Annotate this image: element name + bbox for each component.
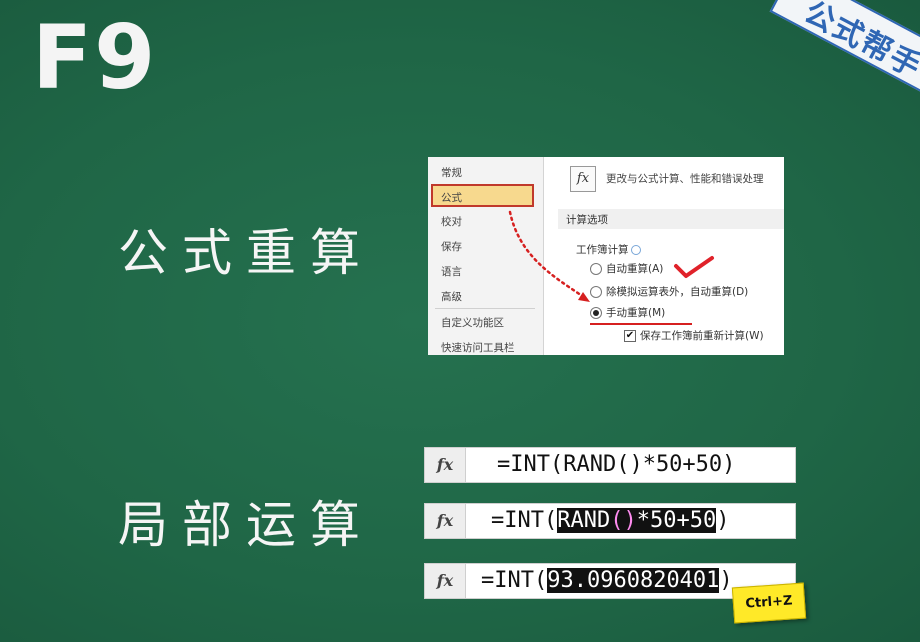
sidebar-item-formulas[interactable]: 公式 [431, 184, 534, 207]
selection-rand: RAND [557, 508, 611, 533]
radio-automatic-label: 自动重算(A) [606, 263, 664, 275]
info-icon [630, 245, 641, 255]
formula-text[interactable]: =INT(RAND()*50+50) [497, 448, 735, 482]
formula-selection: RAND()*50+50 [557, 508, 717, 533]
options-main: fx 更改与公式计算、性能和错误处理 计算选项 工作簿计算 自动重算(A) 除模… [544, 157, 784, 355]
workbook-calc-text: 工作簿计算 [576, 244, 629, 256]
partial-calc-label: 局部运算 [118, 496, 374, 554]
formula-prefix: =INT( [481, 568, 548, 593]
sidebar-item-language[interactable]: 语言 [441, 264, 462, 279]
options-sidebar: 常规 公式 校对 保存 语言 高级 自定义功能区 快速访问工具栏 [428, 157, 544, 355]
selection-arith: *50+50 [636, 508, 717, 533]
radio-auto-except-tables-label: 除模拟运算表外，自动重算(D) [606, 286, 749, 298]
formula-bar-original[interactable]: fx =INT(RAND()*50+50) [424, 447, 796, 483]
sidebar-divider [435, 308, 535, 309]
brand-banner-text: 公式帮手 [798, 0, 920, 86]
formula-suffix: ) [716, 508, 730, 533]
formula-text[interactable]: =INT(93.0960820401) [481, 564, 733, 598]
sidebar-item-quick-access[interactable]: 快速访问工具栏 [441, 340, 515, 355]
recalc-before-save-checkbox[interactable]: ✔ [624, 330, 636, 342]
radio-automatic[interactable] [590, 263, 602, 275]
selection-parens: () [610, 508, 637, 533]
fx-icon: fx [425, 504, 466, 538]
brand-banner: 公式帮手 [769, 0, 920, 103]
options-header-text: 更改与公式计算、性能和错误处理 [606, 173, 764, 185]
fx-icon: fx [425, 448, 466, 482]
fx-icon: fx [425, 564, 466, 598]
recalc-before-save-label: 保存工作簿前重新计算(W) [640, 330, 764, 342]
formula-prefix: =INT( [491, 508, 558, 533]
radio-auto-except-tables[interactable] [590, 286, 602, 298]
sidebar-item-proofing[interactable]: 校对 [441, 214, 462, 229]
sidebar-item-advanced[interactable]: 高级 [441, 289, 462, 304]
calc-options-title: 计算选项 [566, 214, 608, 226]
formula-suffix: ) [719, 568, 733, 593]
evaluated-value: 93.0960820401 [547, 568, 720, 593]
formula-recalc-label: 公式重算 [118, 224, 374, 282]
excel-options-panel: 常规 公式 校对 保存 语言 高级 自定义功能区 快速访问工具栏 fx 更改与公… [428, 157, 784, 355]
sidebar-item-general[interactable]: 常规 [441, 165, 462, 180]
formula-prefix: =INT(RAND()*50+50) [497, 452, 736, 477]
sidebar-item-save[interactable]: 保存 [441, 239, 462, 254]
ctrl-z-key-badge: Ctrl+Z [731, 582, 807, 624]
fx-icon: fx [570, 166, 596, 192]
formula-bar-selected[interactable]: fx =INT(RAND()*50+50) [424, 503, 796, 539]
formula-text[interactable]: =INT(RAND()*50+50) [491, 504, 729, 538]
f9-key-title: F9 [32, 6, 158, 109]
radio-manual-label: 手动重算(M) [606, 307, 666, 319]
manual-underline [590, 323, 692, 325]
workbook-calc-title: 工作簿计算 [576, 242, 641, 257]
radio-manual[interactable] [590, 307, 602, 319]
sidebar-item-customize-ribbon[interactable]: 自定义功能区 [441, 315, 504, 330]
